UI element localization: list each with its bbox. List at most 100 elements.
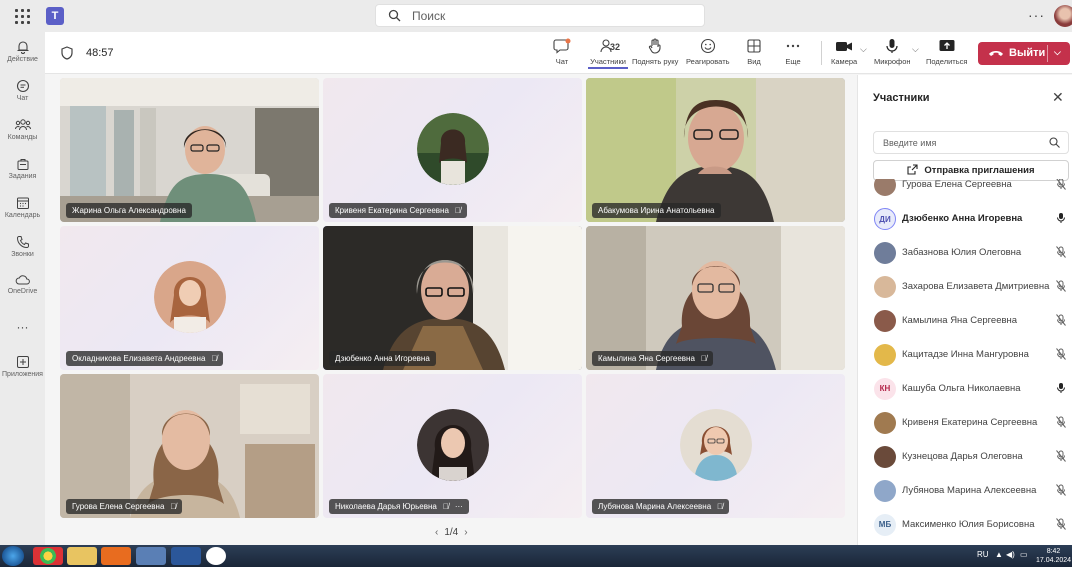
participant-name-tag: Абакумова Ирина Анатольевна [592,203,721,218]
microphone-icon [1057,383,1065,393]
video-tile[interactable]: Кривеня Екатерина Сергеевна 🎙̸ [323,78,582,222]
start-button[interactable] [2,546,24,566]
rail-item-apps[interactable]: Приложения [0,355,45,378]
list-item[interactable]: Камылина Яна Сергеевна [858,305,1072,339]
network-icon[interactable]: ▭ [1020,550,1028,559]
video-tile[interactable]: Гурова Елена Сергеевна 🎙̸ [60,374,319,518]
list-item[interactable]: Лубянова Марина Алексеевна [858,475,1072,509]
video-tile[interactable]: Жарина Ольга Александровна [60,78,319,222]
chat-icon [553,38,571,54]
rail-item-teams[interactable]: Команды [0,118,45,141]
view-button[interactable]: Вид [746,38,762,66]
app-launcher-icon[interactable] [12,6,32,26]
participant-name-tag: Жарина Ольга Александровна [66,203,192,218]
yandex-browser-icon[interactable] [206,547,226,565]
app-window-icon[interactable] [136,547,166,565]
file-explorer-icon[interactable] [67,547,97,565]
mic-off-icon [1056,484,1066,496]
participant-name-tag: Камылина Яна Сергеевна 🎙̸ [592,351,713,366]
rail-item-activity[interactable]: Действие [0,40,45,63]
mic-off-icon [1056,348,1066,360]
participant-video [60,78,319,222]
participant-avatar [680,409,752,481]
more-icon [786,44,800,48]
mic-off-icon [1056,416,1066,428]
volume-icon[interactable]: ◀) [1006,550,1015,559]
close-icon[interactable]: ✕ [1052,89,1064,106]
list-item[interactable]: Кузнецова Дарья Олеговна [858,441,1072,475]
chrome-icon[interactable] [33,547,63,565]
language-indicator[interactable]: RU [977,550,989,559]
video-tile[interactable]: Абакумова Ирина Анатольевна [586,78,845,222]
tray-expand-icon[interactable]: ▲ [995,550,1003,559]
mic-off-icon: 🎙̸ [700,354,707,363]
bell-icon [17,41,28,54]
participants-panel: Участники ✕ Введите имя Отправка приглаш… [857,75,1072,545]
list-item[interactable]: КН Кашуба Ольга Николаевна [858,373,1072,407]
search-icon [1049,137,1060,148]
more-options-icon[interactable]: ··· [455,499,463,514]
leave-label: Выйти [1009,47,1046,59]
mic-off-icon: 🎙̸ [442,502,449,511]
react-button[interactable]: Реагировать [686,38,730,66]
rail-item-more[interactable]: ··· [0,320,45,334]
system-clock[interactable]: 8:42 17.04.2024 [1036,547,1071,565]
microphone-options-chevron-icon[interactable]: ⌵ [912,44,919,55]
next-page-chevron-icon[interactable]: › [464,527,467,538]
meeting-timer: 48:57 [86,47,114,59]
share-button[interactable]: Поделиться [926,38,967,66]
search-placeholder: Введите имя [883,138,937,148]
avatar: КН [874,378,896,400]
video-tile[interactable]: Николаева Дарья Юрьевна 🎙̸ ··· [323,374,582,518]
rail-item-calendar[interactable]: Календарь [0,196,45,219]
video-tile[interactable]: Камылина Яна Сергеевна 🎙̸ [586,226,845,370]
video-tile[interactable]: Окладникова Елизавета Андреевна 🎙̸ [60,226,319,370]
video-tile[interactable]: Лубянова Марина Алексеевна 🎙̸ [586,374,845,518]
camera-options-chevron-icon[interactable]: ⌵ [860,44,867,55]
participant-name-tag: Дзюбенко Анна Игоревна [329,351,436,366]
avatar [874,446,896,468]
send-invitation-button[interactable]: Отправка приглашения [873,160,1069,181]
camera-button[interactable]: Камера [831,38,857,66]
search-input[interactable]: Поиск [375,4,705,27]
participants-count: 32 [610,42,621,52]
list-item[interactable]: Забазнова Юлия Олеговна [858,237,1072,271]
os-taskbar: RU ▲ ◀) ▭ 8:42 17.04.2024 [0,545,1072,567]
more-options-icon[interactable]: ··· [1028,7,1045,23]
previous-page-chevron-icon[interactable]: ‹ [435,527,438,538]
rail-item-calls[interactable]: Звонки [0,235,45,258]
participant-video [323,226,582,370]
participants-button[interactable]: 32 Участники [588,38,628,69]
calendar-icon [16,197,29,209]
media-player-icon[interactable] [101,547,131,565]
microphone-button[interactable]: Микрофон [874,38,911,66]
rail-item-onedrive[interactable]: OneDrive [0,274,45,295]
list-item[interactable]: Кривеня Екатерина Сергеевна [858,407,1072,441]
participant-list: Гурова Елена Сергеевна ДИ Дзюбенко Анна … [858,179,1072,545]
user-avatar[interactable] [1054,5,1072,27]
rail-item-chat[interactable]: Чат [0,79,45,102]
more-button[interactable]: Еще [785,38,801,66]
participant-search-input[interactable]: Введите имя [873,131,1069,154]
mic-off-icon [1056,314,1066,326]
list-item[interactable]: МБ Максименко Юлия Борисовна [858,509,1072,543]
list-item[interactable]: Гурова Елена Сергеевна [858,179,1072,203]
pagination: ‹ 1/4 › [429,527,474,538]
mic-off-icon: 🎙̸ [211,354,218,363]
leave-button[interactable]: Выйти ⌵ [978,42,1070,65]
hang-up-icon [989,51,1003,56]
leave-options-chevron-icon[interactable]: ⌵ [1054,47,1061,58]
raise-hand-button[interactable]: Поднять руку [632,38,678,66]
chat-button[interactable]: Чат [553,38,571,66]
list-item[interactable]: Кацитадзе Инна Мангуровна [858,339,1072,373]
rail-item-assignments[interactable]: Задания [0,157,45,180]
avatar [874,480,896,502]
mic-off-icon: 🎙̸ [454,206,461,215]
panel-title: Участники [873,92,930,104]
toolbar-divider [821,41,822,65]
list-item[interactable]: Захарова Елизавета Дмитриевна [858,271,1072,305]
video-tile[interactable]: Дзюбенко Анна Игоревна [323,226,582,370]
participant-video [586,78,845,222]
list-item[interactable]: ДИ Дзюбенко Анна Игоревна [858,203,1072,237]
word-icon[interactable] [171,547,201,565]
